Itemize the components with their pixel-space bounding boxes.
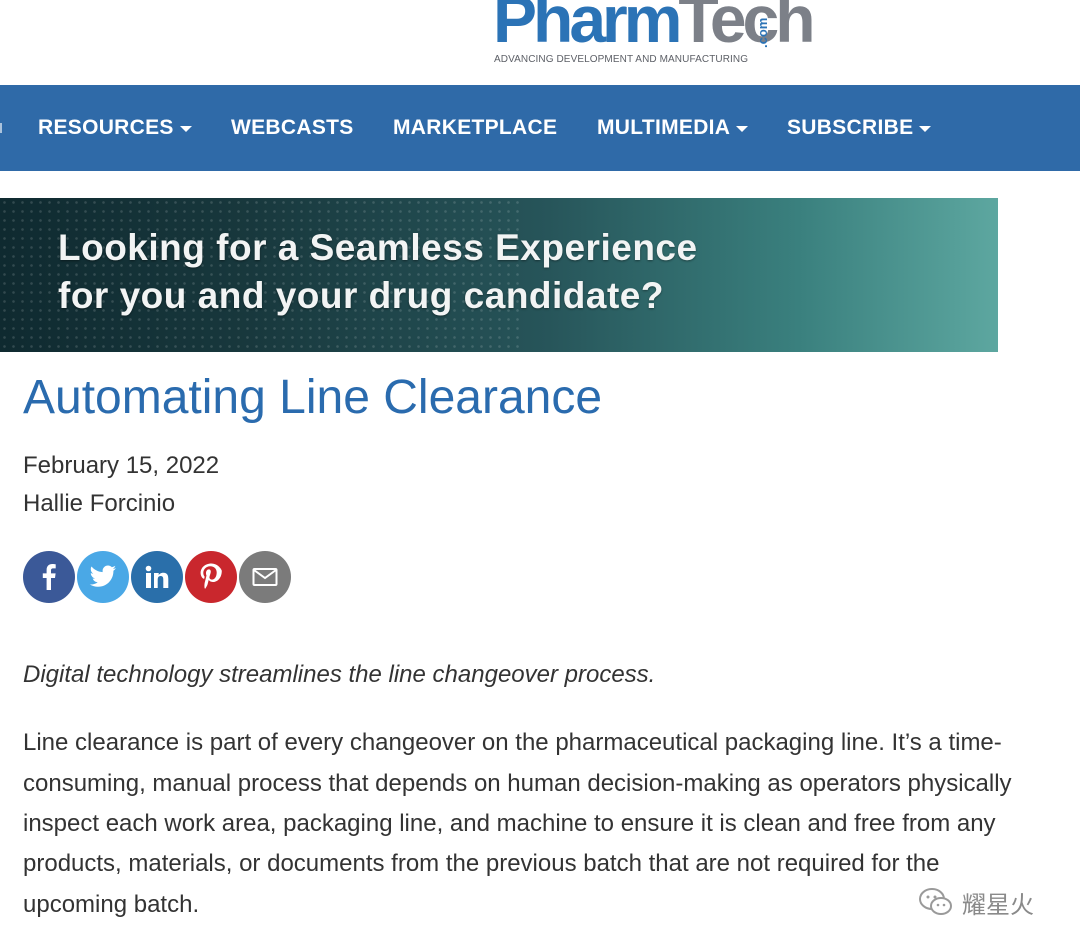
article-body-line: consuming, manual process that depends o… [23,770,1012,797]
nav-label-marketplace: MARKETPLACE [393,116,558,139]
twitter-icon [89,565,116,587]
facebook-icon [42,564,56,590]
nav-item-resources[interactable]: RESOURCES [38,85,192,171]
pinterest-icon [200,563,222,589]
nav-item-webcasts[interactable]: WEBCASTS [231,85,354,171]
chevron-down-icon [736,126,749,132]
main-nav: RESOURCES WEBCASTS MARKETPLACE MULTIMEDI… [0,85,1080,171]
chevron-down-icon [919,126,932,132]
nav-item-multimedia[interactable]: MULTIMEDIA [597,85,749,171]
share-linkedin-button[interactable] [131,551,183,603]
nav-label-subscribe: SUBSCRIBE [787,116,914,139]
nav-label-resources: RESOURCES [38,116,174,139]
nav-item-subscribe[interactable]: SUBSCRIBE [787,85,932,171]
nav-edge-marker [0,123,2,133]
banner-headline-line1: Looking for a Seamless Experience [58,227,698,268]
share-facebook-button[interactable] [23,551,75,603]
watermark-text: 耀星火 [962,890,1034,919]
logo-part-tech: Tech [678,0,815,56]
nav-item-marketplace[interactable]: MARKETPLACE [393,85,557,171]
article-body-line: upcoming batch. [23,891,200,918]
watermark: 耀星火 [918,884,1034,920]
share-pinterest-button[interactable] [185,551,237,603]
logo-part-pharm: Pharm [493,0,682,56]
article-lede: Digital technology streamlines the line … [23,661,656,688]
article-author[interactable]: Hallie Forcinio [23,490,175,518]
email-icon [252,568,278,586]
article-title: Automating Line Clearance [23,371,603,424]
logo-tagline: ADVANCING DEVELOPMENT AND MANUFACTURING [494,54,749,65]
nav-label-multimedia: MULTIMEDIA [597,116,731,139]
share-twitter-button[interactable] [77,551,129,603]
nav-label-webcasts: WEBCASTS [231,116,354,139]
banner-headline-line2: for you and your drug candidate? [58,275,664,316]
article-body-line: inspect each work area, packaging line, … [23,810,996,837]
pharmtech-logo[interactable]: PharmTech .com ADVANCING DEVELOPMENT AND… [493,0,816,72]
wechat-icon [919,888,952,915]
article-body-line: Line clearance is part of every changeov… [23,729,1002,756]
chevron-down-icon [179,126,192,132]
linkedin-icon [145,565,169,588]
logo-suffix: .com [755,17,770,48]
share-email-button[interactable] [239,551,291,603]
article-date: February 15, 2022 [23,452,220,479]
article-body-line: products, materials, or documents from t… [23,850,940,877]
